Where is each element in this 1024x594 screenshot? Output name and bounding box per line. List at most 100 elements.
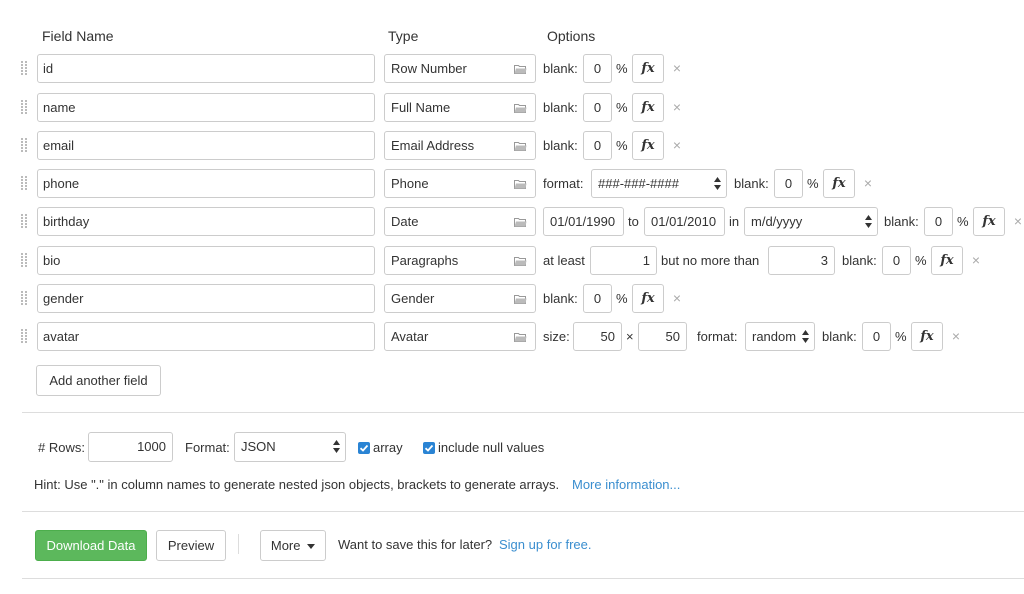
- formula-button[interactable]: fx: [632, 93, 664, 122]
- phone-format-value: ###-###-####: [598, 176, 679, 191]
- field-type-button[interactable]: Date: [384, 207, 536, 236]
- blank-label: blank:: [543, 100, 578, 115]
- percent-label: %: [807, 176, 819, 191]
- blank-percent-input[interactable]: 0: [583, 284, 612, 313]
- field-type-button[interactable]: Row Number: [384, 54, 536, 83]
- date-to-input[interactable]: 01/01/2010: [644, 207, 725, 236]
- phone-format-select[interactable]: ###-###-####: [591, 169, 727, 198]
- field-type-button[interactable]: Email Address: [384, 131, 536, 160]
- more-information-link[interactable]: More information...: [572, 470, 680, 499]
- blank-label: blank:: [543, 138, 578, 153]
- field-name-input[interactable]: [37, 93, 375, 122]
- folder-icon: [514, 256, 527, 266]
- percent-label: %: [616, 138, 628, 153]
- blank-percent-input[interactable]: 0: [774, 169, 803, 198]
- remove-field-icon[interactable]: ×: [862, 169, 874, 198]
- formula-button[interactable]: fx: [823, 169, 855, 198]
- remove-field-icon[interactable]: ×: [671, 284, 683, 313]
- blank-percent-input[interactable]: 0: [862, 322, 891, 351]
- format-label: Format:: [185, 440, 230, 455]
- field-type-button[interactable]: Gender: [384, 284, 536, 313]
- blank-percent-input[interactable]: 0: [882, 246, 911, 275]
- header-options: Options: [547, 28, 596, 44]
- folder-icon: [514, 64, 527, 74]
- formula-button[interactable]: fx: [632, 54, 664, 83]
- drag-handle-icon[interactable]: [21, 214, 29, 229]
- drag-handle-icon[interactable]: [21, 329, 29, 344]
- field-type-button[interactable]: Paragraphs: [384, 246, 536, 275]
- formula-button[interactable]: fx: [931, 246, 963, 275]
- at-least-label: at least: [543, 253, 585, 268]
- field-type-button[interactable]: Avatar: [384, 322, 536, 351]
- field-name-input[interactable]: [37, 246, 375, 275]
- divider: [22, 412, 1024, 413]
- folder-icon: [514, 294, 527, 304]
- blank-percent-input[interactable]: 0: [583, 54, 612, 83]
- blank-percent-input[interactable]: 0: [583, 93, 612, 122]
- avatar-height-input[interactable]: 50: [638, 322, 687, 351]
- size-times-label: ×: [626, 329, 634, 344]
- min-paragraphs-input[interactable]: 1: [590, 246, 657, 275]
- button-separator: [238, 534, 239, 554]
- size-label: size:: [543, 329, 570, 344]
- drag-handle-icon[interactable]: [21, 138, 29, 153]
- avatar-format-select[interactable]: random: [745, 322, 815, 351]
- field-type-button[interactable]: Phone: [384, 169, 536, 198]
- field-type-label: Avatar: [391, 329, 429, 344]
- formula-button[interactable]: fx: [973, 207, 1005, 236]
- remove-field-icon[interactable]: ×: [950, 322, 962, 351]
- field-name-input[interactable]: [37, 169, 375, 198]
- drag-handle-icon[interactable]: [21, 291, 29, 306]
- field-type-label: Full Name: [391, 100, 451, 115]
- percent-label: %: [895, 329, 907, 344]
- save-prompt: Want to save this for later?: [338, 537, 493, 552]
- preview-button[interactable]: Preview: [156, 530, 226, 561]
- date-format-value: m/d/yyyy: [751, 214, 803, 229]
- field-name-input[interactable]: [37, 284, 375, 313]
- formula-button[interactable]: fx: [632, 131, 664, 160]
- field-type-button[interactable]: Full Name: [384, 93, 536, 122]
- date-from-input[interactable]: 01/01/1990: [543, 207, 624, 236]
- blank-percent-input[interactable]: 0: [583, 131, 612, 160]
- caret-down-icon: [307, 544, 316, 550]
- no-more-than-label: but no more than: [661, 253, 760, 268]
- formula-button[interactable]: fx: [632, 284, 664, 313]
- blank-percent-input[interactable]: 0: [924, 207, 953, 236]
- array-checkbox[interactable]: [358, 442, 370, 454]
- drag-handle-icon[interactable]: [21, 61, 29, 76]
- add-field-button[interactable]: Add another field: [36, 365, 161, 396]
- include-null-label: include null values: [438, 440, 545, 455]
- format-select[interactable]: JSON: [234, 432, 346, 462]
- select-arrows-icon: [802, 330, 809, 343]
- remove-field-icon[interactable]: ×: [970, 246, 982, 275]
- include-null-checkbox[interactable]: [423, 442, 435, 454]
- remove-field-icon[interactable]: ×: [671, 54, 683, 83]
- select-arrows-icon: [865, 215, 872, 228]
- field-name-input[interactable]: [37, 131, 375, 160]
- drag-handle-icon[interactable]: [21, 253, 29, 268]
- remove-field-icon[interactable]: ×: [671, 93, 683, 122]
- date-in-label: in: [729, 214, 740, 229]
- field-type-label: Row Number: [391, 61, 467, 76]
- remove-field-icon[interactable]: ×: [1012, 207, 1024, 236]
- drag-handle-icon[interactable]: [21, 176, 29, 191]
- max-paragraphs-input[interactable]: 3: [768, 246, 835, 275]
- field-name-input[interactable]: [37, 322, 375, 351]
- date-format-select[interactable]: m/d/yyyy: [744, 207, 878, 236]
- blank-label: blank:: [543, 61, 578, 76]
- rows-input[interactable]: 1000: [88, 432, 173, 462]
- date-to-label: to: [628, 214, 639, 229]
- formula-button[interactable]: fx: [911, 322, 943, 351]
- signup-link[interactable]: Sign up for free.: [499, 530, 592, 559]
- more-dropdown-button[interactable]: More: [260, 530, 326, 561]
- blank-label: blank:: [543, 291, 578, 306]
- avatar-width-input[interactable]: 50: [573, 322, 622, 351]
- drag-handle-icon[interactable]: [21, 100, 29, 115]
- field-name-input[interactable]: [37, 54, 375, 83]
- field-type-label: Phone: [391, 176, 429, 191]
- header-field-name: Field Name: [42, 28, 114, 44]
- field-name-input[interactable]: [37, 207, 375, 236]
- remove-field-icon[interactable]: ×: [671, 131, 683, 160]
- format-label: format:: [543, 176, 584, 191]
- download-data-button[interactable]: Download Data: [35, 530, 147, 561]
